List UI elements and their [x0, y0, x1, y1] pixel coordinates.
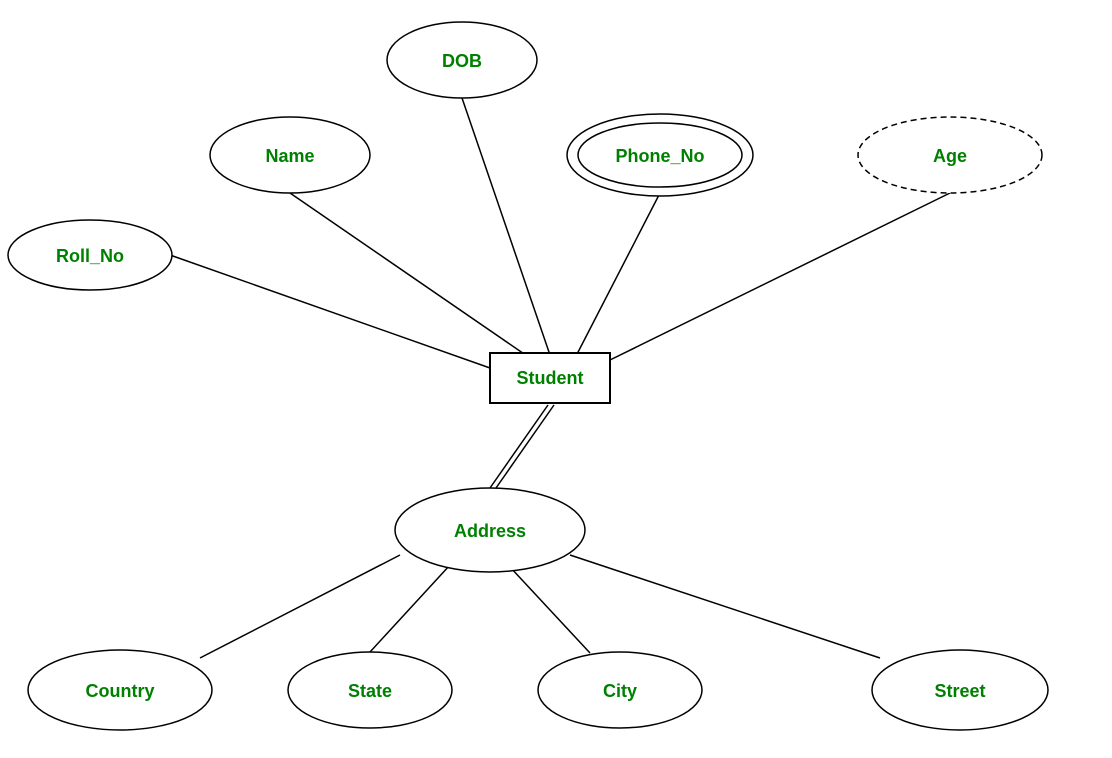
- rollno-label: Roll_No: [56, 246, 124, 266]
- connector-address-country: [200, 555, 400, 658]
- connector-student-age: [610, 193, 950, 360]
- state-label: State: [348, 681, 392, 701]
- city-label: City: [603, 681, 637, 701]
- name-label: Name: [265, 146, 314, 166]
- address-label: Address: [454, 521, 526, 541]
- country-label: Country: [86, 681, 155, 701]
- connector-student-address-2: [496, 405, 554, 488]
- connector-address-city: [510, 567, 590, 653]
- street-label: Street: [934, 681, 985, 701]
- student-label: Student: [517, 368, 584, 388]
- connector-student-dob: [462, 98, 550, 355]
- connector-address-street: [570, 555, 880, 658]
- connector-address-state: [370, 565, 450, 652]
- age-label: Age: [933, 146, 967, 166]
- connector-student-rollno: [170, 255, 490, 368]
- connector-student-address-1: [490, 405, 548, 488]
- connector-student-phone: [575, 193, 660, 358]
- phone-label: Phone_No: [615, 146, 704, 166]
- dob-label: DOB: [442, 51, 482, 71]
- connector-student-name: [290, 193, 530, 358]
